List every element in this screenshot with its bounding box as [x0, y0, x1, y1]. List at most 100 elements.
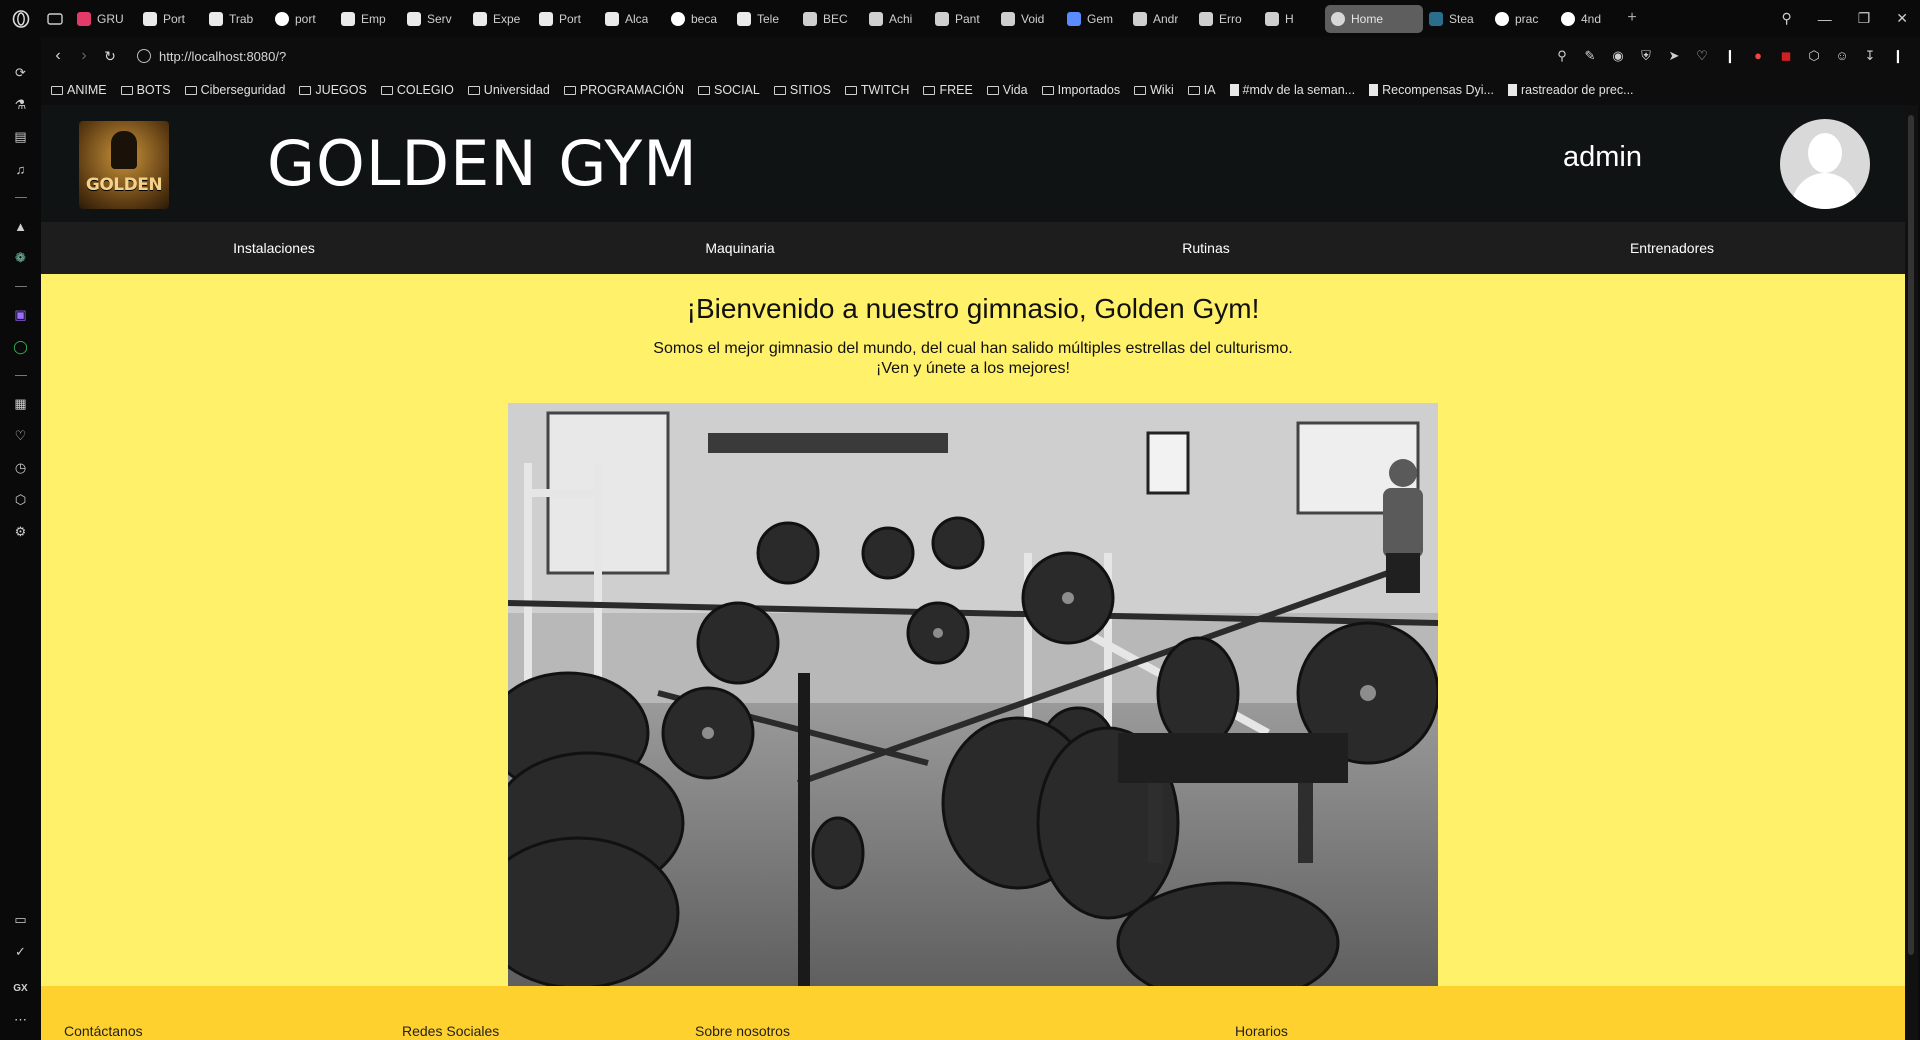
send-icon[interactable]: ➤: [1666, 48, 1682, 64]
tab-title: Void: [1021, 11, 1045, 26]
chatgpt-icon[interactable]: ❁: [11, 248, 31, 268]
gx-control-icon[interactable]: ⟳: [11, 63, 31, 83]
bookmark-item[interactable]: ANIME: [51, 83, 107, 97]
tab-12[interactable]: Achi: [863, 5, 929, 33]
tab-2[interactable]: Trab: [203, 5, 269, 33]
bookmark-label: #mdv de la seman...: [1242, 83, 1356, 97]
mute-icon[interactable]: ✓: [11, 942, 31, 962]
bookmark-item[interactable]: SOCIAL: [698, 83, 760, 97]
tab-18[interactable]: H: [1259, 5, 1325, 33]
golden-gym-logo[interactable]: GOLDEN: [79, 121, 169, 209]
bookmark-label: Universidad: [483, 83, 550, 97]
maximize-button[interactable]: ❐: [1858, 10, 1871, 27]
tab-15[interactable]: Gem: [1061, 5, 1127, 33]
aria-ai-icon[interactable]: ▲: [11, 216, 31, 236]
heart-icon[interactable]: ♡: [1694, 48, 1710, 64]
tab-20[interactable]: Stea: [1423, 5, 1489, 33]
tab-1[interactable]: Port: [137, 5, 203, 33]
zoom-icon[interactable]: ⚲: [1554, 48, 1570, 64]
gx-corner-icon[interactable]: ▤: [11, 127, 31, 147]
whatsapp-icon[interactable]: ◯: [11, 337, 31, 357]
twitch-icon[interactable]: ▣: [11, 305, 31, 325]
reload-button[interactable]: ↻: [97, 48, 123, 65]
back-button[interactable]: ‹: [45, 47, 71, 65]
tab-0[interactable]: GRU: [71, 5, 137, 33]
bookmark-item[interactable]: #mdv de la seman...: [1229, 83, 1356, 97]
tab-9[interactable]: beca: [665, 5, 731, 33]
snapshot-camera-icon[interactable]: ◉: [1610, 48, 1626, 64]
download-icon[interactable]: ↧: [1862, 48, 1878, 64]
scrollbar-thumb[interactable]: [1908, 115, 1914, 955]
ublock-icon[interactable]: ◼: [1778, 48, 1794, 64]
bookmark-item[interactable]: rastreador de prec...: [1507, 83, 1634, 97]
tab-21[interactable]: prac: [1489, 5, 1555, 33]
page-scrollbar[interactable]: [1905, 105, 1918, 1040]
tab-4[interactable]: Emp: [335, 5, 401, 33]
tab-6[interactable]: Expe: [467, 5, 533, 33]
tab-17[interactable]: Erro: [1193, 5, 1259, 33]
nav-instalaciones[interactable]: Instalaciones: [41, 240, 507, 256]
tab-10[interactable]: Tele: [731, 5, 797, 33]
site-info-icon[interactable]: [137, 49, 151, 63]
shield-icon[interactable]: ⛨: [1638, 48, 1654, 64]
bookmark-item[interactable]: Recompensas Dyi...: [1369, 83, 1494, 97]
easy-setup-icon[interactable]: ❙: [1890, 48, 1906, 64]
bookmark-item[interactable]: BOTS: [120, 83, 171, 97]
bookmark-item[interactable]: Vida: [986, 83, 1028, 97]
tab-11[interactable]: BEC: [797, 5, 863, 33]
tab-title: prac: [1515, 11, 1539, 26]
history-icon[interactable]: ◷: [11, 458, 31, 478]
tab-16[interactable]: Andr: [1127, 5, 1193, 33]
bookmark-item[interactable]: JUEGOS: [299, 83, 367, 97]
tab-19[interactable]: Home: [1325, 4, 1423, 33]
nav-maquinaria[interactable]: Maquinaria: [507, 240, 973, 256]
more-options-icon[interactable]: ⋯: [11, 1010, 31, 1030]
bookmark-item[interactable]: COLEGIO: [380, 83, 454, 97]
gx-label[interactable]: GX: [11, 978, 31, 998]
bookmark-item[interactable]: IA: [1187, 83, 1216, 97]
vpn-extension-icon[interactable]: ●: [1750, 48, 1766, 64]
tab-14[interactable]: Void: [995, 5, 1061, 33]
url-field[interactable]: http://localhost:8080/?: [137, 49, 1554, 64]
battery-icon[interactable]: ▭: [11, 910, 31, 930]
bookmark-label: ANIME: [67, 83, 107, 97]
user-avatar[interactable]: [1780, 119, 1870, 209]
minimize-button[interactable]: —: [1818, 11, 1832, 27]
bookmark-item[interactable]: Ciberseguridad: [184, 83, 286, 97]
settings-gear-icon[interactable]: ⚙: [11, 522, 31, 542]
edit-icon[interactable]: ✎: [1582, 48, 1598, 64]
folder-icon: [1187, 85, 1200, 95]
url-text[interactable]: http://localhost:8080/?: [159, 49, 286, 64]
extensions-cube-icon[interactable]: ⬡: [11, 490, 31, 510]
bookmark-item[interactable]: FREE: [923, 83, 973, 97]
tab-8[interactable]: Alca: [599, 5, 665, 33]
bookmark-item[interactable]: PROGRAMACIÓN: [563, 83, 684, 97]
tab-3[interactable]: port: [269, 5, 335, 33]
nav-entrenadores[interactable]: Entrenadores: [1439, 240, 1905, 256]
bookmark-label: Ciberseguridad: [200, 83, 286, 97]
new-tab-button[interactable]: +: [1621, 8, 1643, 30]
bookmark-item[interactable]: SITIOS: [773, 83, 831, 97]
search-tabs-icon[interactable]: ⚲: [1781, 10, 1791, 27]
bookmark-item[interactable]: TWITCH: [844, 83, 909, 97]
tab-13[interactable]: Pant: [929, 5, 995, 33]
bookmarks-heart-icon[interactable]: ♡: [11, 426, 31, 446]
nav-rutinas[interactable]: Rutinas: [973, 240, 1439, 256]
tab-22[interactable]: 4nd: [1555, 5, 1621, 33]
bookmark-item[interactable]: Universidad: [467, 83, 550, 97]
profile-icon[interactable]: ☺: [1834, 48, 1850, 64]
bookmark-item[interactable]: Wiki: [1134, 83, 1174, 97]
tab-7[interactable]: Port: [533, 5, 599, 33]
extensions-icon[interactable]: ⬡: [1806, 48, 1822, 64]
forward-button[interactable]: ›: [71, 47, 97, 65]
tab-title: Port: [559, 11, 582, 26]
site-title: GOLDEN GYM: [267, 127, 698, 200]
bookmark-item[interactable]: Importados: [1041, 83, 1120, 97]
music-player-icon[interactable]: ♫: [11, 159, 31, 179]
close-button[interactable]: ✕: [1896, 10, 1908, 27]
tab-5[interactable]: Serv: [401, 5, 467, 33]
tab-workspaces-icon[interactable]: [41, 5, 71, 33]
speed-dial-icon[interactable]: ▦: [11, 394, 31, 414]
opera-gx-logo-icon[interactable]: [0, 9, 41, 28]
gx-cleaner-icon[interactable]: ⚗: [11, 95, 31, 115]
